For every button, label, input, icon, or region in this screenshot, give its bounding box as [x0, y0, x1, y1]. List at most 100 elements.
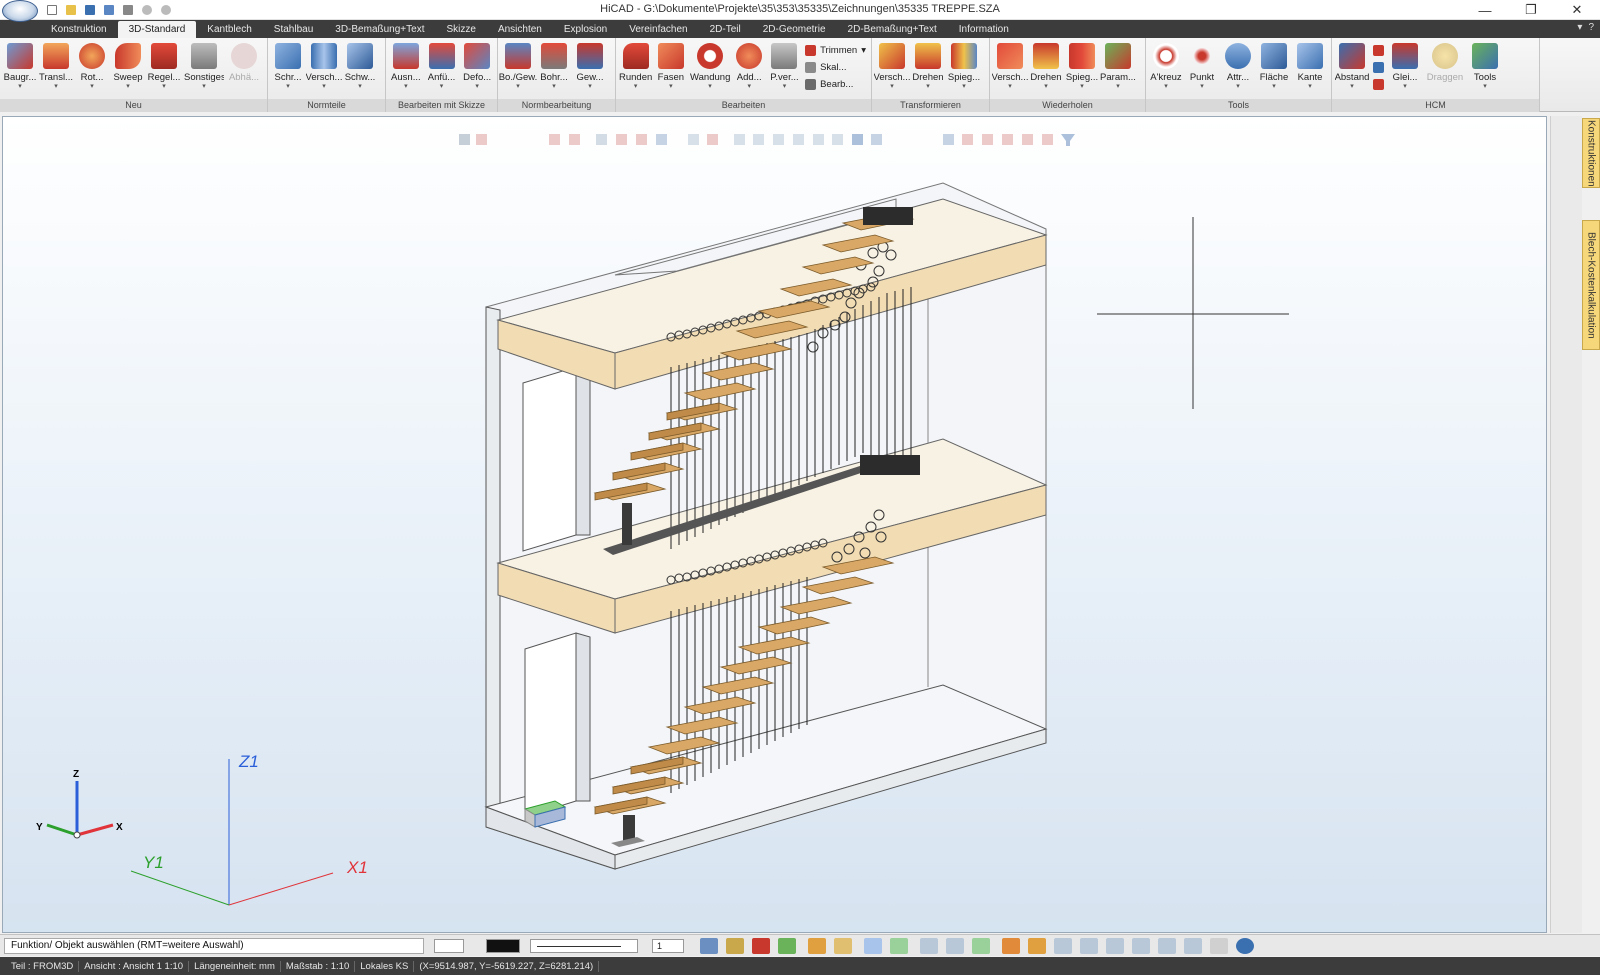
schraube-button[interactable]: Schr... ▾: [270, 41, 306, 97]
toolbar-tool-icon[interactable]: [834, 938, 852, 954]
scene-canvas[interactable]: Z1 X1 Y1 Z X Y: [3, 117, 1548, 934]
view-tool-icon[interactable]: [459, 134, 470, 145]
gewinde-button[interactable]: Gew... ▾: [572, 41, 608, 97]
view-tool-icon[interactable]: [773, 134, 784, 145]
toolbar-tool-icon[interactable]: [700, 938, 718, 954]
fasen-button[interactable]: Fasen ▾: [653, 41, 688, 97]
sweep-button[interactable]: Sweep ▾: [110, 41, 146, 97]
tab-2d-teil[interactable]: 2D-Teil: [699, 21, 752, 38]
toolbar-tool-icon[interactable]: [1080, 938, 1098, 954]
verschraubung-button[interactable]: Versch... ▾: [306, 41, 342, 97]
baugruppe-button[interactable]: Baugr... ▾: [2, 41, 38, 97]
toolbar-tool-icon[interactable]: [808, 938, 826, 954]
tab-3d-standard[interactable]: 3D-Standard: [117, 21, 197, 38]
tab-information[interactable]: Information: [948, 21, 1020, 38]
view-tool-icon[interactable]: [943, 134, 954, 145]
abstand-button[interactable]: Abstand ▾: [1334, 41, 1370, 97]
hcm-constraint-1[interactable]: [1373, 43, 1384, 57]
sonstiges-button[interactable]: Sonstiges ▾: [182, 41, 226, 97]
view-tool-icon[interactable]: [871, 134, 882, 145]
rotation-button[interactable]: Rot... ▾: [74, 41, 110, 97]
translation-button[interactable]: Transl... ▾: [38, 41, 74, 97]
line-type-select[interactable]: [530, 939, 638, 953]
parametrisch-button[interactable]: Param... ▾: [1100, 41, 1136, 97]
view-tool-icon[interactable]: [616, 134, 627, 145]
refresh-icon[interactable]: [1236, 938, 1254, 954]
abhaengig-button[interactable]: Abhä...: [226, 41, 262, 97]
tab-kantblech[interactable]: Kantblech: [196, 21, 262, 38]
view-tool-icon[interactable]: [793, 134, 804, 145]
view-tool-icon[interactable]: [1042, 134, 1053, 145]
view-tool-icon[interactable]: [852, 134, 863, 145]
layer-style-select[interactable]: [434, 939, 464, 953]
punkt-button[interactable]: Punkt ▾: [1184, 41, 1220, 97]
3d-viewport[interactable]: Z1 X1 Y1 Z X Y: [2, 116, 1547, 933]
ausnehmung-button[interactable]: Ausn... ▾: [388, 41, 424, 97]
tab-3d-bemassung[interactable]: 3D-Bemaßung+Text: [324, 21, 435, 38]
flaeche-button[interactable]: Fläche ▾: [1256, 41, 1292, 97]
bearbeitung-button[interactable]: Bearb...: [805, 77, 866, 91]
anfuegen-button[interactable]: Anfü... ▾: [424, 41, 460, 97]
toolbar-tool-icon[interactable]: [778, 938, 796, 954]
toolbar-tool-icon[interactable]: [920, 938, 938, 954]
view-tool-icon[interactable]: [476, 134, 487, 145]
close-button[interactable]: ✕: [1554, 0, 1600, 20]
toolbar-tool-icon[interactable]: [1158, 938, 1176, 954]
regelflaeche-button[interactable]: Regel... ▾: [146, 41, 182, 97]
view-tool-icon[interactable]: [688, 134, 699, 145]
tab-vereinfachen[interactable]: Vereinfachen: [618, 21, 698, 38]
toolbar-tool-icon[interactable]: [972, 938, 990, 954]
view-tool-icon[interactable]: [962, 134, 973, 145]
wandung-button[interactable]: Wandung ▾: [689, 41, 732, 97]
toolbar-tool-icon[interactable]: [946, 938, 964, 954]
tab-skizze[interactable]: Skizze: [435, 21, 486, 38]
restore-button[interactable]: ❐: [1508, 0, 1554, 20]
punkt-verschieben-button[interactable]: P.ver... ▾: [767, 41, 802, 97]
toolbar-tool-icon[interactable]: [864, 938, 882, 954]
view-tool-icon[interactable]: [636, 134, 647, 145]
view-tool-icon[interactable]: [596, 134, 607, 145]
attribute-button[interactable]: Attr... ▾: [1220, 41, 1256, 97]
toolbar-tool-icon[interactable]: [726, 938, 744, 954]
addieren-button[interactable]: Add... ▾: [732, 41, 767, 97]
minimize-button[interactable]: —: [1462, 0, 1508, 20]
toolbar-tool-icon[interactable]: [1002, 938, 1020, 954]
side-tab-konstruktionen[interactable]: Konstruktionen: [1582, 118, 1600, 188]
help-icon[interactable]: ?: [1588, 22, 1594, 33]
runden-button[interactable]: Runden ▾: [618, 41, 653, 97]
repeat-spiegeln-button[interactable]: Spieg... ▾: [1064, 41, 1100, 97]
minimize-ribbon-icon[interactable]: ▾: [1577, 22, 1582, 33]
tab-2d-bemassung[interactable]: 2D-Bemaßung+Text: [837, 21, 948, 38]
hcm-tools-button[interactable]: Tools ▾: [1467, 41, 1503, 97]
color-select[interactable]: [486, 939, 520, 953]
repeat-drehen-button[interactable]: Drehen ▾: [1028, 41, 1064, 97]
tab-explosion[interactable]: Explosion: [553, 21, 618, 38]
toolbar-tool-icon[interactable]: [1132, 938, 1150, 954]
transform-drehen-button[interactable]: Drehen ▾: [910, 41, 946, 97]
view-tool-icon[interactable]: [1022, 134, 1033, 145]
gleich-button[interactable]: Glei... ▾: [1387, 41, 1423, 97]
filter-icon[interactable]: [1061, 134, 1075, 146]
command-prompt[interactable]: Funktion/ Objekt auswählen (RMT=weitere …: [4, 938, 424, 954]
toolbar-tool-icon[interactable]: [752, 938, 770, 954]
side-tab-blech-kostenkalkulation[interactable]: Blech-Kostenkalkulation: [1582, 220, 1600, 350]
toolbar-tool-icon[interactable]: [1210, 938, 1228, 954]
deformieren-button[interactable]: Defo... ▾: [459, 41, 495, 97]
schweissen-button[interactable]: Schw... ▾: [342, 41, 378, 97]
toolbar-tool-icon[interactable]: [890, 938, 908, 954]
tab-ansichten[interactable]: Ansichten: [487, 21, 553, 38]
view-tool-icon[interactable]: [707, 134, 718, 145]
bohrung-button[interactable]: Bohr... ▾: [536, 41, 572, 97]
line-width-select[interactable]: 1: [652, 939, 684, 953]
hcm-constraint-3[interactable]: [1373, 77, 1384, 91]
trimmen-button[interactable]: Trimmen ▾: [805, 43, 866, 57]
repeat-verschieben-button[interactable]: Versch... ▾: [992, 41, 1028, 97]
app-logo-icon[interactable]: [2, 0, 38, 22]
toolbar-tool-icon[interactable]: [1106, 938, 1124, 954]
view-tool-icon[interactable]: [982, 134, 993, 145]
hcm-constraint-2[interactable]: [1373, 60, 1384, 74]
transform-spiegeln-button[interactable]: Spieg... ▾: [946, 41, 982, 97]
view-tool-icon[interactable]: [1002, 134, 1013, 145]
view-tool-icon[interactable]: [753, 134, 764, 145]
transform-verschieben-button[interactable]: Versch... ▾: [874, 41, 910, 97]
